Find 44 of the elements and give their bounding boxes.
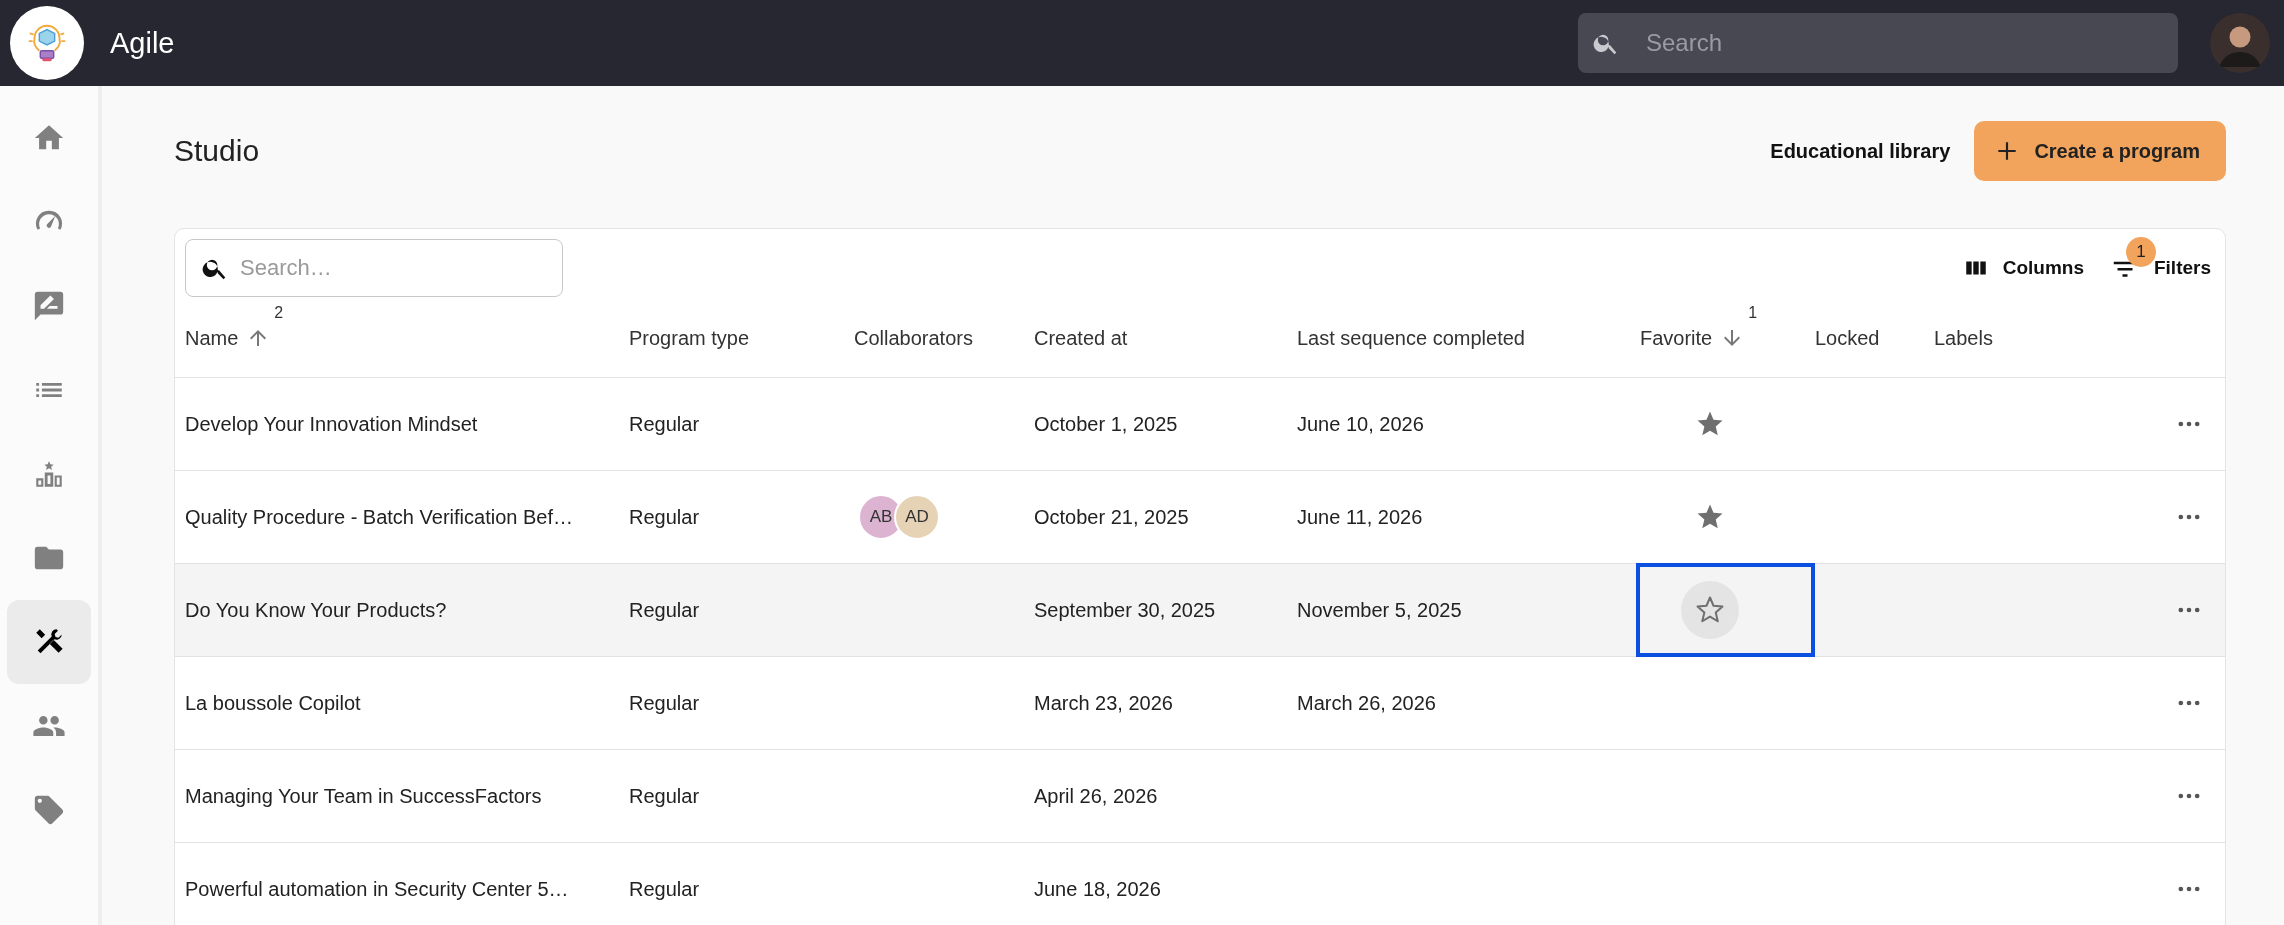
table-cell: Regular <box>629 505 700 529</box>
table-cell: September 30, 2025 <box>1034 598 1216 622</box>
table-cell: March 23, 2026 <box>1034 691 1173 715</box>
table-cell: Managing Your Team in SuccessFactors <box>185 784 542 808</box>
table-cell: November 5, 2025 <box>1297 598 1462 622</box>
column-header[interactable]: Collaborators <box>854 326 973 350</box>
filter-count-badge: 1 <box>2125 237 2156 267</box>
user-avatar[interactable] <box>2210 13 2270 73</box>
sidebar-item[interactable] <box>7 600 91 684</box>
table-cell: March 26, 2026 <box>1297 691 1436 715</box>
app-title: Agile <box>110 26 175 60</box>
collaborator-avatar: AD <box>894 494 940 540</box>
table-cell: Do You Know Your Products? <box>185 598 447 622</box>
sort-rank: 2 <box>274 304 284 322</box>
create-program-button[interactable]: Create a program <box>1974 121 2226 181</box>
column-header[interactable]: Locked <box>1815 326 1880 350</box>
column-header[interactable]: Name <box>185 326 239 350</box>
column-header[interactable]: Last sequence completed <box>1297 326 1525 350</box>
table-cell: October 21, 2025 <box>1034 505 1189 529</box>
column-header[interactable]: Labels <box>1934 326 1993 350</box>
table-cell: April 26, 2026 <box>1034 784 1158 808</box>
table-cell: June 11, 2026 <box>1297 505 1423 529</box>
table-cell: Develop Your Innovation Mindset <box>185 412 478 436</box>
table-cell: June 18, 2026 <box>1034 877 1161 901</box>
table-cell: Regular <box>629 877 700 901</box>
column-header[interactable]: Favorite <box>1640 326 1713 350</box>
search-field[interactable]: Search <box>1578 13 2178 73</box>
table-cell: Regular <box>629 598 700 622</box>
columns-button[interactable]: Columns <box>1962 255 2084 281</box>
sort-rank: 1 <box>1748 304 1758 322</box>
educational-library-link[interactable]: Educational library <box>1770 139 1951 163</box>
table-cell: Regular <box>629 691 700 715</box>
table-cell: Regular <box>629 784 700 808</box>
table-cell: October 1, 2025 <box>1034 412 1178 436</box>
table-cell: Powerful automation in Security Center 5… <box>185 877 569 901</box>
table-cell: Quality Procedure - Batch Verification Bef… <box>185 505 573 529</box>
table-cell: June 10, 2026 <box>1297 412 1424 436</box>
page-title: Studio <box>174 134 261 168</box>
tag-icon <box>32 793 66 827</box>
table-cell: La boussole Copilot <box>185 691 361 715</box>
column-header[interactable]: Program type <box>629 326 750 350</box>
column-header[interactable]: Created at <box>1034 326 1128 350</box>
table-cell: Regular <box>629 412 700 436</box>
search-field[interactable]: Search… <box>185 239 563 297</box>
